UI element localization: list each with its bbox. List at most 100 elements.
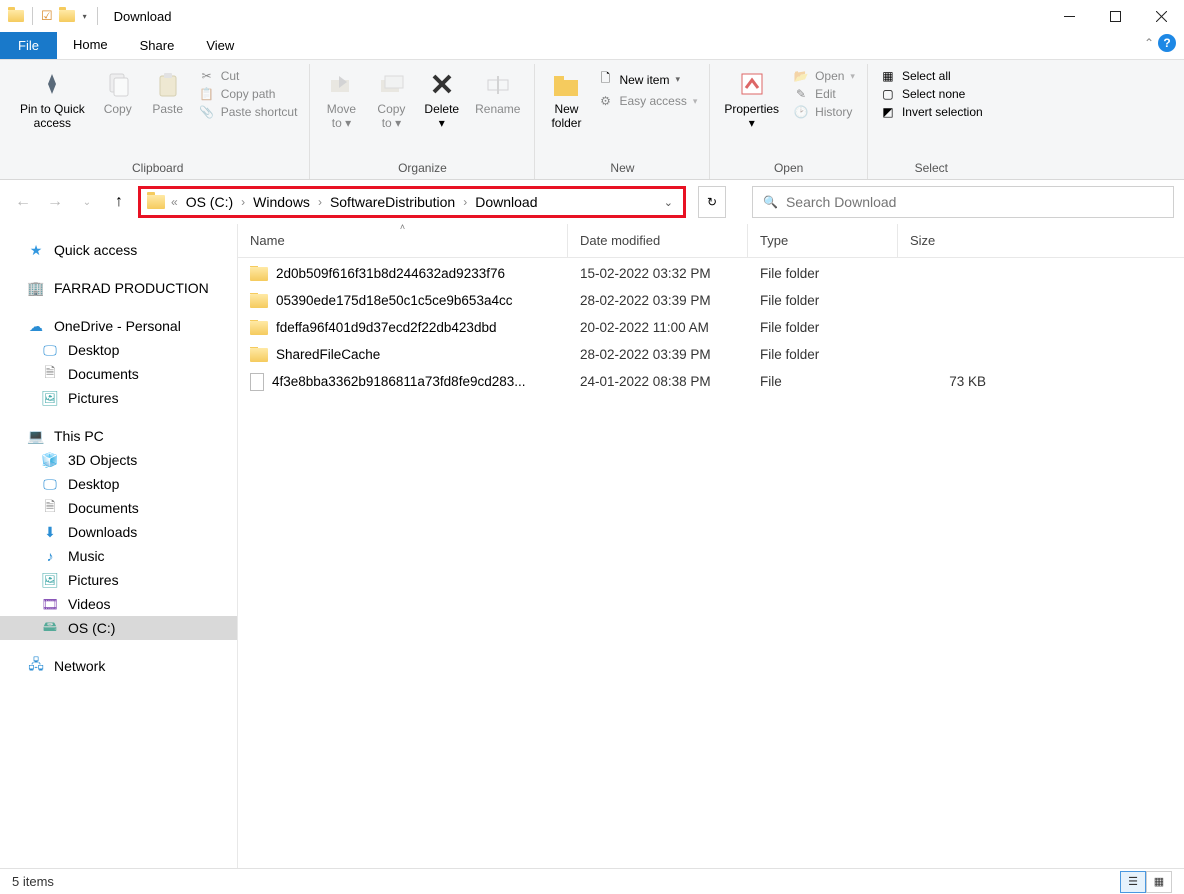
menu-bar: File Home Share View ⌃ ?	[0, 32, 1184, 60]
crumb-download[interactable]: Download	[469, 194, 543, 210]
sidebar-onedrive[interactable]: ☁OneDrive - Personal	[0, 314, 237, 338]
address-dropdown-icon[interactable]: ⌄	[660, 196, 677, 209]
help-icon[interactable]: ?	[1158, 34, 1176, 52]
sidebar-3d-objects[interactable]: 🧊3D Objects	[0, 448, 237, 472]
close-button[interactable]	[1138, 0, 1184, 32]
column-type[interactable]: Type	[748, 224, 898, 257]
history-icon: 🕑	[793, 105, 809, 119]
search-input[interactable]	[786, 194, 1163, 210]
up-button[interactable]: ↑	[106, 193, 132, 211]
sidebar-pc-documents[interactable]: 🗎Documents	[0, 496, 237, 520]
navigation-pane[interactable]: ★Quick access 🏢FARRAD PRODUCTION ☁OneDri…	[0, 224, 238, 868]
new-folder-button[interactable]: New folder	[543, 66, 589, 134]
home-tab[interactable]: Home	[57, 32, 124, 59]
group-label-open: Open	[718, 161, 859, 177]
paste-shortcut-button[interactable]: 📎Paste shortcut	[195, 104, 302, 120]
qat-dropdown-icon[interactable]: ▾	[81, 12, 89, 21]
cut-button[interactable]: ✂Cut	[195, 68, 302, 84]
chevron-right-icon[interactable]: ›	[316, 195, 324, 209]
crumb-softwaredistribution[interactable]: SoftwareDistribution	[324, 194, 461, 210]
collapse-ribbon-icon[interactable]: ⌃	[1144, 36, 1154, 50]
edit-button[interactable]: ✎Edit	[789, 86, 859, 102]
open-button[interactable]: 📂Open ▾	[789, 68, 859, 84]
chevron-icon[interactable]: «	[169, 195, 180, 209]
file-name: 05390ede175d18e50c1c5ce9b653a4cc	[276, 293, 512, 308]
cube-icon: 🧊	[40, 452, 60, 468]
file-row[interactable]: SharedFileCache28-02-2022 03:39 PMFile f…	[238, 341, 1184, 368]
column-name[interactable]: ˄Name	[238, 224, 568, 257]
file-row[interactable]: 05390ede175d18e50c1c5ce9b653a4cc28-02-20…	[238, 287, 1184, 314]
file-row[interactable]: 4f3e8bba3362b9186811a73fd8fe9cd283...24-…	[238, 368, 1184, 395]
file-row[interactable]: fdeffa96f401d9d37ecd2f22db423dbd20-02-20…	[238, 314, 1184, 341]
ribbon-group-new: New folder 🗋New item ▾ ⚙Easy access ▾ Ne…	[535, 64, 710, 179]
cloud-icon: ☁	[26, 318, 46, 334]
maximize-button[interactable]	[1092, 0, 1138, 32]
edit-icon: ✎	[793, 87, 809, 101]
view-tab[interactable]: View	[190, 32, 250, 59]
properties-button[interactable]: Properties▾	[718, 66, 785, 134]
crumb-os[interactable]: OS (C:)	[180, 194, 239, 210]
back-button[interactable]: ←	[10, 193, 36, 211]
select-all-icon: ▦	[880, 69, 896, 83]
share-tab[interactable]: Share	[124, 32, 191, 59]
invert-selection-button[interactable]: ◩Invert selection	[876, 104, 987, 120]
file-tab[interactable]: File	[0, 32, 57, 59]
pin-to-quick-access-button[interactable]: Pin to Quick access	[14, 66, 91, 134]
address-bar[interactable]: « OS (C:) › Windows › SoftwareDistributi…	[138, 186, 686, 218]
sidebar-pc-music[interactable]: ♪Music	[0, 544, 237, 568]
group-label-select: Select	[876, 161, 987, 177]
rename-button[interactable]: Rename	[469, 66, 526, 120]
sidebar-pc-pictures[interactable]: 🖼Pictures	[0, 568, 237, 592]
copy-path-button[interactable]: 📋Copy path	[195, 86, 302, 102]
monitor-icon: 🖵	[40, 476, 60, 492]
chevron-right-icon[interactable]: ›	[461, 195, 469, 209]
move-to-button[interactable]: Move to ▾	[318, 66, 364, 134]
file-date: 20-02-2022 11:00 AM	[568, 320, 748, 335]
sidebar-this-pc[interactable]: 💻This PC	[0, 424, 237, 448]
sidebar-pc-desktop[interactable]: 🖵Desktop	[0, 472, 237, 496]
sidebar-od-pictures[interactable]: 🖼Pictures	[0, 386, 237, 410]
ribbon-group-clipboard: Pin to Quick access Copy Paste ✂Cut 📋Cop…	[6, 64, 310, 179]
forward-button[interactable]: →	[42, 193, 68, 211]
sidebar-network[interactable]: 🖧Network	[0, 654, 237, 678]
recent-dropdown-icon[interactable]: ⌄	[74, 197, 100, 208]
details-view-button[interactable]: ☰	[1120, 871, 1146, 893]
file-row[interactable]: 2d0b509f616f31b8d244632ad9233f7615-02-20…	[238, 260, 1184, 287]
chevron-right-icon[interactable]: ›	[239, 195, 247, 209]
sidebar-quick-access[interactable]: ★Quick access	[0, 238, 237, 262]
delete-button[interactable]: Delete▾	[418, 66, 465, 134]
sidebar-farrad[interactable]: 🏢FARRAD PRODUCTION	[0, 276, 237, 300]
paste-button[interactable]: Paste	[145, 66, 191, 120]
column-date[interactable]: Date modified	[568, 224, 748, 257]
folder-icon	[250, 348, 268, 362]
new-item-button[interactable]: 🗋New item ▾	[593, 68, 701, 91]
crumb-windows[interactable]: Windows	[247, 194, 316, 210]
refresh-button[interactable]: ↻	[698, 186, 726, 218]
group-label-new: New	[543, 161, 701, 177]
minimize-button[interactable]	[1046, 0, 1092, 32]
qat-check-icon[interactable]: ☑	[41, 8, 53, 24]
select-none-button[interactable]: ▢Select none	[876, 86, 987, 102]
sidebar-pc-os[interactable]: 🖴OS (C:)	[0, 616, 237, 640]
ribbon: Pin to Quick access Copy Paste ✂Cut 📋Cop…	[0, 60, 1184, 180]
sidebar-od-documents[interactable]: 🗎Documents	[0, 362, 237, 386]
copy-button[interactable]: Copy	[95, 66, 141, 120]
search-box[interactable]: 🔍	[752, 186, 1174, 218]
sidebar-pc-videos[interactable]: 🎞Videos	[0, 592, 237, 616]
file-icon	[250, 373, 264, 391]
paste-shortcut-icon: 📎	[199, 105, 215, 119]
thumbnails-view-button[interactable]: ▦	[1146, 871, 1172, 893]
history-button[interactable]: 🕑History	[789, 104, 859, 120]
column-size[interactable]: Size	[898, 224, 998, 257]
folder-icon[interactable]	[59, 10, 75, 22]
folder-icon	[250, 267, 268, 281]
sidebar-od-desktop[interactable]: 🖵Desktop	[0, 338, 237, 362]
file-date: 28-02-2022 03:39 PM	[568, 347, 748, 362]
copy-to-button[interactable]: Copy to ▾	[368, 66, 414, 134]
music-icon: ♪	[40, 548, 60, 564]
select-all-button[interactable]: ▦Select all	[876, 68, 987, 84]
sidebar-pc-downloads[interactable]: ⬇Downloads	[0, 520, 237, 544]
scissors-icon: ✂	[199, 69, 215, 83]
easy-access-button[interactable]: ⚙Easy access ▾	[593, 93, 701, 109]
search-icon: 🔍	[763, 195, 778, 209]
